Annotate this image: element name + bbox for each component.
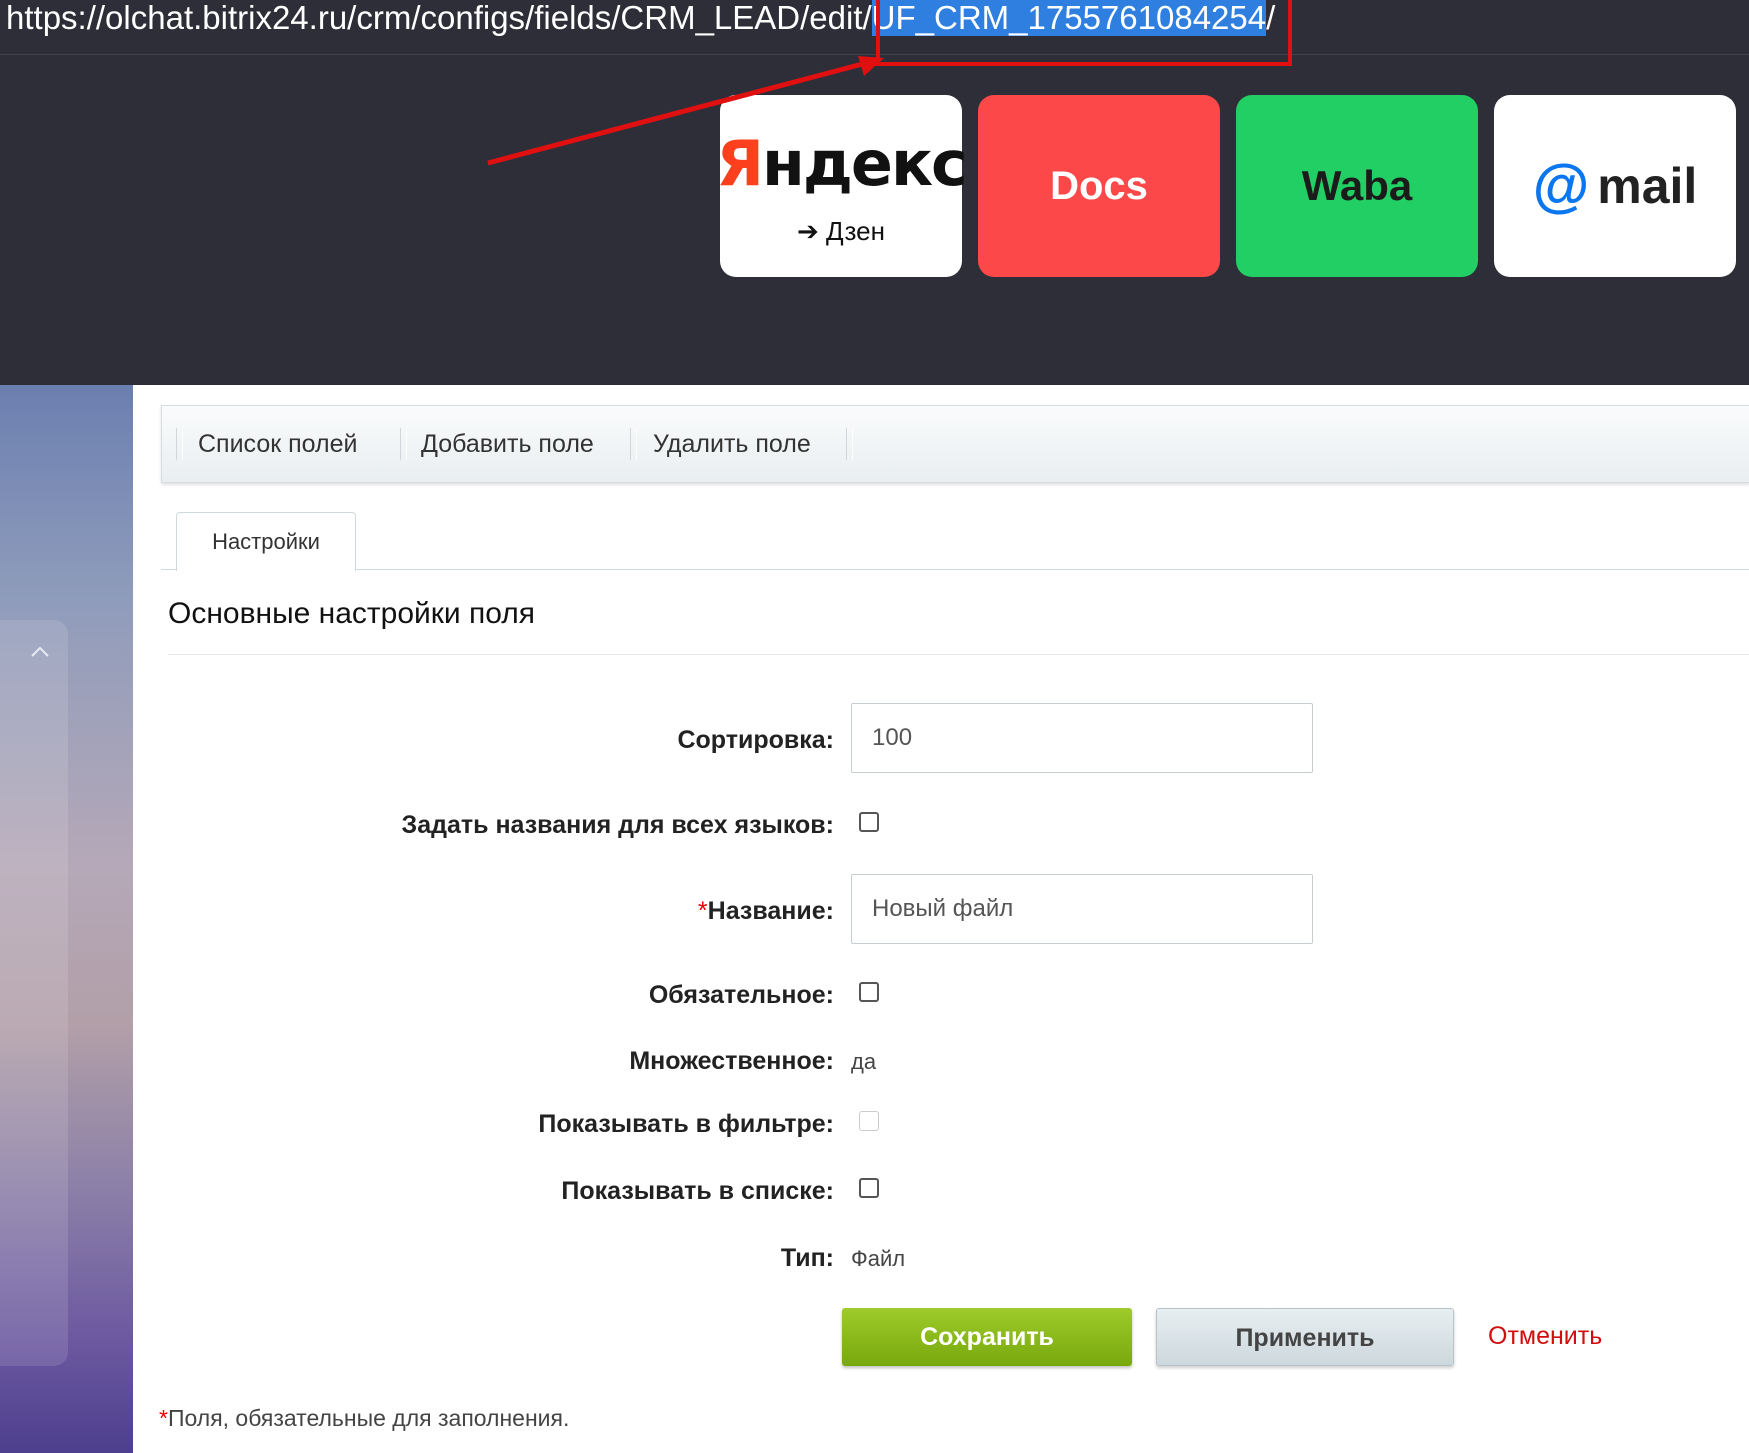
mandatory-label: Обязательное: [648,981,834,1009]
name-input[interactable]: Новый файл [851,874,1313,944]
required-fields-footnote: *Поля, обязательные для заполнения. [159,1405,569,1432]
address-bar[interactable]: https://olchat.bitrix24.ru/crm/configs/f… [0,0,1749,55]
name-label: *Название: [697,897,834,925]
speed-dial-docs[interactable]: Docs [978,95,1220,277]
toolbar-separator [630,428,637,460]
mandatory-checkbox[interactable] [859,982,879,1002]
mail-at-icon: @ [1532,153,1590,218]
toolbar-add-field-button[interactable]: Добавить поле [421,428,594,460]
url-prefix: https://olchat.bitrix24.ru/crm/configs/f… [6,0,872,36]
toolbar-delete-field-button[interactable]: Удалить поле [653,428,811,460]
show-list-label: Показывать в списке: [561,1177,834,1205]
show-list-checkbox[interactable] [859,1178,879,1198]
type-value: Файл [851,1246,906,1271]
browser-area: https://olchat.bitrix24.ru/crm/configs/f… [0,0,1749,385]
tab-underline [161,569,1749,570]
toolbar-field-list-button[interactable]: Список полей [198,428,357,460]
sort-input[interactable]: 100 [851,703,1313,773]
apply-button[interactable]: Применить [1156,1308,1454,1366]
left-collapse-panel[interactable] [0,620,68,1366]
section-divider [168,654,1749,655]
required-mark: * [697,897,708,925]
speed-dial-waba[interactable]: Waba [1236,95,1478,277]
main-content: Список полей Добавить поле Удалить поле … [133,385,1749,1453]
cancel-button[interactable]: Отменить [1488,1322,1602,1351]
show-filter-label: Показывать в фильтре: [538,1110,834,1138]
all-languages-label: Задать названия для всех языков: [401,811,834,839]
all-languages-checkbox[interactable] [859,812,879,832]
type-label: Тип: [780,1244,834,1272]
multiple-value: да [851,1049,877,1074]
chevron-up-icon[interactable] [28,640,52,664]
annotation-highlight-box [876,0,1292,66]
docs-label: Docs [1050,163,1148,208]
sort-label: Сортировка: [677,726,834,754]
section-title: Основные настройки поля [168,597,536,630]
admin-toolbar: Список полей Добавить поле Удалить поле [161,405,1749,483]
toolbar-separator [400,428,407,460]
mail-label: mail [1597,158,1698,214]
footnote-mark: * [159,1405,168,1431]
multiple-label: Множественное: [629,1047,834,1075]
speed-dial-mail[interactable]: @ mail [1494,95,1736,277]
show-filter-checkbox[interactable] [859,1111,879,1131]
toolbar-separator [176,428,183,460]
yandex-dzen-caption: ➔ Дзен [797,215,885,246]
yandex-logo: Яндекс [716,126,968,200]
footnote-text: Поля, обязательные для заполнения. [167,1405,570,1431]
toolbar-separator [846,428,853,460]
save-button[interactable]: Сохранить [842,1308,1132,1366]
tab-settings[interactable]: Настройки [176,512,356,571]
waba-label: Waba [1301,162,1413,209]
speed-dial-yandex[interactable]: Яндекс ➔ Дзен [716,95,968,277]
